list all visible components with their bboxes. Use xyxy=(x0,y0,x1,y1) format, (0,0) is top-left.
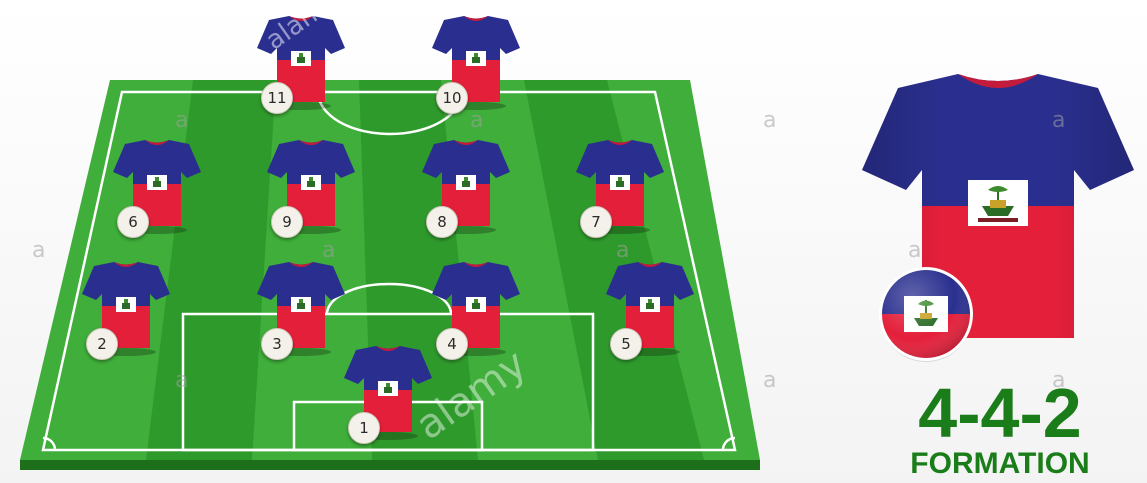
player-number-11: 11 xyxy=(261,82,293,114)
watermark-letter: a xyxy=(322,238,336,263)
player-number-7: 7 xyxy=(580,206,612,238)
watermark-letter: a xyxy=(175,108,189,133)
watermark-letter: a xyxy=(1052,108,1066,133)
watermark-letter: a xyxy=(763,108,777,133)
player-number-8: 8 xyxy=(426,206,458,238)
watermark-letter: a xyxy=(1052,368,1066,393)
player-number-1: 1 xyxy=(348,412,380,444)
formation-graphic: 1 2 3 4 5 6 9 8 7 11 10 4-4-2 FORMATION … xyxy=(0,0,1147,483)
watermark-letter: a xyxy=(470,108,484,133)
player-number-4: 4 xyxy=(436,328,468,360)
watermark-letter: a xyxy=(32,238,46,263)
player-number-9: 9 xyxy=(271,206,303,238)
player-number-6: 6 xyxy=(117,206,149,238)
watermark-letter: a xyxy=(763,368,777,393)
player-number-5: 5 xyxy=(610,328,642,360)
watermark-letter: a xyxy=(616,238,630,263)
watermark-letter: a xyxy=(175,368,189,393)
player-number-10: 10 xyxy=(436,82,468,114)
player-number-2: 2 xyxy=(86,328,118,360)
formation-word: FORMATION xyxy=(910,447,1090,480)
player-number-3: 3 xyxy=(261,328,293,360)
watermark-letter: a xyxy=(908,238,922,263)
pitch-side-edge xyxy=(20,460,760,470)
coat-of-arms-icon xyxy=(968,180,1028,226)
formation-label: 4-4-2 xyxy=(918,374,1082,452)
haiti-flag-ball xyxy=(879,267,973,362)
